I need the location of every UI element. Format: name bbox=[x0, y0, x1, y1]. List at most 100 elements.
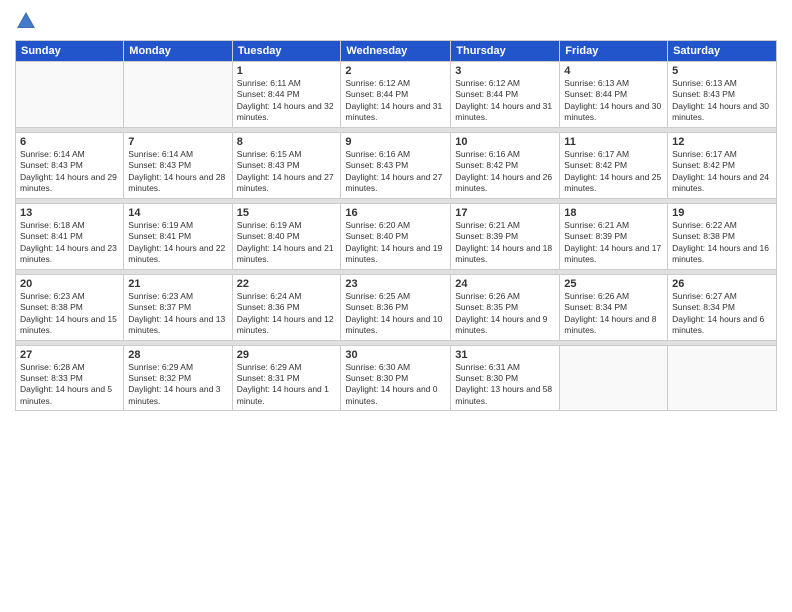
header-thursday: Thursday bbox=[451, 41, 560, 62]
day-number: 30 bbox=[345, 349, 446, 361]
calendar-cell: 22Sunrise: 6:24 AM Sunset: 8:36 PM Dayli… bbox=[232, 274, 341, 340]
calendar-cell: 13Sunrise: 6:18 AM Sunset: 8:41 PM Dayli… bbox=[16, 203, 124, 269]
calendar-week-2: 13Sunrise: 6:18 AM Sunset: 8:41 PM Dayli… bbox=[16, 203, 777, 269]
day-info: Sunrise: 6:30 AM Sunset: 8:30 PM Dayligh… bbox=[345, 362, 446, 408]
calendar-week-4: 27Sunrise: 6:28 AM Sunset: 8:33 PM Dayli… bbox=[16, 345, 777, 411]
page: SundayMondayTuesdayWednesdayThursdayFrid… bbox=[0, 0, 792, 612]
day-info: Sunrise: 6:27 AM Sunset: 8:34 PM Dayligh… bbox=[672, 291, 772, 337]
day-info: Sunrise: 6:26 AM Sunset: 8:34 PM Dayligh… bbox=[564, 291, 663, 337]
header-monday: Monday bbox=[124, 41, 232, 62]
day-info: Sunrise: 6:23 AM Sunset: 8:38 PM Dayligh… bbox=[20, 291, 119, 337]
calendar-cell: 5Sunrise: 6:13 AM Sunset: 8:43 PM Daylig… bbox=[668, 62, 777, 128]
day-info: Sunrise: 6:17 AM Sunset: 8:42 PM Dayligh… bbox=[672, 149, 772, 195]
day-number: 17 bbox=[455, 207, 555, 219]
day-info: Sunrise: 6:25 AM Sunset: 8:36 PM Dayligh… bbox=[345, 291, 446, 337]
day-number: 2 bbox=[345, 65, 446, 77]
calendar-cell: 25Sunrise: 6:26 AM Sunset: 8:34 PM Dayli… bbox=[560, 274, 668, 340]
logo bbox=[15, 10, 40, 32]
day-number: 24 bbox=[455, 278, 555, 290]
day-info: Sunrise: 6:16 AM Sunset: 8:42 PM Dayligh… bbox=[455, 149, 555, 195]
day-number: 21 bbox=[128, 278, 227, 290]
day-info: Sunrise: 6:11 AM Sunset: 8:44 PM Dayligh… bbox=[237, 78, 337, 124]
day-number: 22 bbox=[237, 278, 337, 290]
day-number: 6 bbox=[20, 136, 119, 148]
day-number: 26 bbox=[672, 278, 772, 290]
day-info: Sunrise: 6:19 AM Sunset: 8:41 PM Dayligh… bbox=[128, 220, 227, 266]
calendar-cell: 21Sunrise: 6:23 AM Sunset: 8:37 PM Dayli… bbox=[124, 274, 232, 340]
day-info: Sunrise: 6:19 AM Sunset: 8:40 PM Dayligh… bbox=[237, 220, 337, 266]
day-number: 23 bbox=[345, 278, 446, 290]
calendar-cell: 3Sunrise: 6:12 AM Sunset: 8:44 PM Daylig… bbox=[451, 62, 560, 128]
day-info: Sunrise: 6:12 AM Sunset: 8:44 PM Dayligh… bbox=[455, 78, 555, 124]
calendar-cell bbox=[124, 62, 232, 128]
day-info: Sunrise: 6:29 AM Sunset: 8:32 PM Dayligh… bbox=[128, 362, 227, 408]
calendar-cell: 18Sunrise: 6:21 AM Sunset: 8:39 PM Dayli… bbox=[560, 203, 668, 269]
calendar-cell: 23Sunrise: 6:25 AM Sunset: 8:36 PM Dayli… bbox=[341, 274, 451, 340]
day-number: 4 bbox=[564, 65, 663, 77]
calendar-cell: 27Sunrise: 6:28 AM Sunset: 8:33 PM Dayli… bbox=[16, 345, 124, 411]
day-info: Sunrise: 6:15 AM Sunset: 8:43 PM Dayligh… bbox=[237, 149, 337, 195]
calendar-cell bbox=[668, 345, 777, 411]
day-number: 7 bbox=[128, 136, 227, 148]
day-number: 16 bbox=[345, 207, 446, 219]
calendar-cell: 6Sunrise: 6:14 AM Sunset: 8:43 PM Daylig… bbox=[16, 132, 124, 198]
day-number: 15 bbox=[237, 207, 337, 219]
day-info: Sunrise: 6:12 AM Sunset: 8:44 PM Dayligh… bbox=[345, 78, 446, 124]
logo-icon bbox=[15, 10, 37, 32]
calendar-cell: 15Sunrise: 6:19 AM Sunset: 8:40 PM Dayli… bbox=[232, 203, 341, 269]
calendar-cell: 10Sunrise: 6:16 AM Sunset: 8:42 PM Dayli… bbox=[451, 132, 560, 198]
header-saturday: Saturday bbox=[668, 41, 777, 62]
day-info: Sunrise: 6:20 AM Sunset: 8:40 PM Dayligh… bbox=[345, 220, 446, 266]
day-info: Sunrise: 6:21 AM Sunset: 8:39 PM Dayligh… bbox=[564, 220, 663, 266]
header-tuesday: Tuesday bbox=[232, 41, 341, 62]
calendar-cell: 11Sunrise: 6:17 AM Sunset: 8:42 PM Dayli… bbox=[560, 132, 668, 198]
day-info: Sunrise: 6:13 AM Sunset: 8:44 PM Dayligh… bbox=[564, 78, 663, 124]
day-info: Sunrise: 6:18 AM Sunset: 8:41 PM Dayligh… bbox=[20, 220, 119, 266]
calendar-cell: 20Sunrise: 6:23 AM Sunset: 8:38 PM Dayli… bbox=[16, 274, 124, 340]
calendar-cell bbox=[16, 62, 124, 128]
calendar-cell: 2Sunrise: 6:12 AM Sunset: 8:44 PM Daylig… bbox=[341, 62, 451, 128]
day-number: 3 bbox=[455, 65, 555, 77]
header-friday: Friday bbox=[560, 41, 668, 62]
day-number: 1 bbox=[237, 65, 337, 77]
calendar-week-3: 20Sunrise: 6:23 AM Sunset: 8:38 PM Dayli… bbox=[16, 274, 777, 340]
calendar-cell: 1Sunrise: 6:11 AM Sunset: 8:44 PM Daylig… bbox=[232, 62, 341, 128]
calendar-cell: 8Sunrise: 6:15 AM Sunset: 8:43 PM Daylig… bbox=[232, 132, 341, 198]
day-number: 8 bbox=[237, 136, 337, 148]
day-number: 18 bbox=[564, 207, 663, 219]
calendar-table: SundayMondayTuesdayWednesdayThursdayFrid… bbox=[15, 40, 777, 411]
calendar-cell: 19Sunrise: 6:22 AM Sunset: 8:38 PM Dayli… bbox=[668, 203, 777, 269]
calendar-cell: 4Sunrise: 6:13 AM Sunset: 8:44 PM Daylig… bbox=[560, 62, 668, 128]
day-number: 9 bbox=[345, 136, 446, 148]
day-info: Sunrise: 6:14 AM Sunset: 8:43 PM Dayligh… bbox=[128, 149, 227, 195]
day-info: Sunrise: 6:28 AM Sunset: 8:33 PM Dayligh… bbox=[20, 362, 119, 408]
day-number: 29 bbox=[237, 349, 337, 361]
day-info: Sunrise: 6:31 AM Sunset: 8:30 PM Dayligh… bbox=[455, 362, 555, 408]
day-info: Sunrise: 6:22 AM Sunset: 8:38 PM Dayligh… bbox=[672, 220, 772, 266]
day-number: 10 bbox=[455, 136, 555, 148]
day-info: Sunrise: 6:23 AM Sunset: 8:37 PM Dayligh… bbox=[128, 291, 227, 337]
day-info: Sunrise: 6:17 AM Sunset: 8:42 PM Dayligh… bbox=[564, 149, 663, 195]
calendar-cell: 29Sunrise: 6:29 AM Sunset: 8:31 PM Dayli… bbox=[232, 345, 341, 411]
day-number: 14 bbox=[128, 207, 227, 219]
day-number: 28 bbox=[128, 349, 227, 361]
day-info: Sunrise: 6:24 AM Sunset: 8:36 PM Dayligh… bbox=[237, 291, 337, 337]
header-sunday: Sunday bbox=[16, 41, 124, 62]
calendar-cell: 12Sunrise: 6:17 AM Sunset: 8:42 PM Dayli… bbox=[668, 132, 777, 198]
day-info: Sunrise: 6:21 AM Sunset: 8:39 PM Dayligh… bbox=[455, 220, 555, 266]
day-number: 5 bbox=[672, 65, 772, 77]
calendar-cell: 30Sunrise: 6:30 AM Sunset: 8:30 PM Dayli… bbox=[341, 345, 451, 411]
day-number: 19 bbox=[672, 207, 772, 219]
day-info: Sunrise: 6:14 AM Sunset: 8:43 PM Dayligh… bbox=[20, 149, 119, 195]
day-number: 31 bbox=[455, 349, 555, 361]
calendar-cell: 16Sunrise: 6:20 AM Sunset: 8:40 PM Dayli… bbox=[341, 203, 451, 269]
day-number: 13 bbox=[20, 207, 119, 219]
calendar-cell bbox=[560, 345, 668, 411]
day-number: 11 bbox=[564, 136, 663, 148]
day-number: 20 bbox=[20, 278, 119, 290]
calendar-week-0: 1Sunrise: 6:11 AM Sunset: 8:44 PM Daylig… bbox=[16, 62, 777, 128]
calendar-cell: 28Sunrise: 6:29 AM Sunset: 8:32 PM Dayli… bbox=[124, 345, 232, 411]
day-info: Sunrise: 6:13 AM Sunset: 8:43 PM Dayligh… bbox=[672, 78, 772, 124]
calendar-cell: 24Sunrise: 6:26 AM Sunset: 8:35 PM Dayli… bbox=[451, 274, 560, 340]
calendar-cell: 7Sunrise: 6:14 AM Sunset: 8:43 PM Daylig… bbox=[124, 132, 232, 198]
